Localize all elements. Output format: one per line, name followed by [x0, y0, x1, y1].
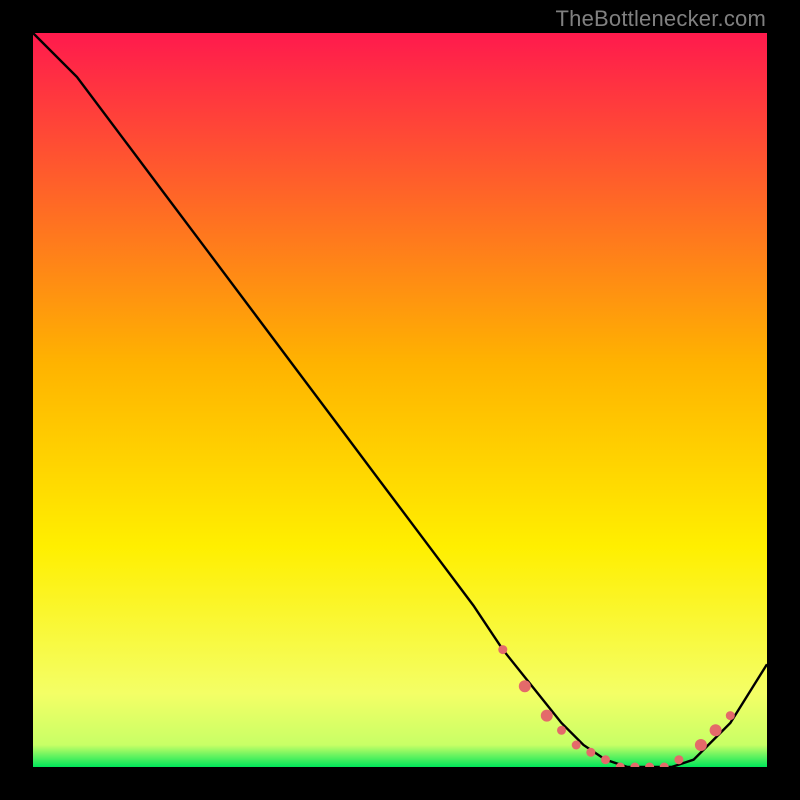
chart-svg: [33, 33, 767, 767]
valley-point: [710, 724, 722, 736]
valley-point: [557, 726, 566, 735]
valley-point: [586, 748, 595, 757]
chart-background: [33, 33, 767, 767]
valley-point: [519, 680, 531, 692]
valley-point: [726, 711, 735, 720]
valley-point: [541, 710, 553, 722]
valley-point: [674, 755, 683, 764]
chart-plot-area: [33, 33, 767, 767]
watermark-text: TheBottlenecker.com: [556, 6, 766, 32]
valley-point: [572, 741, 581, 750]
valley-point: [601, 755, 610, 764]
valley-point: [498, 645, 507, 654]
valley-point: [695, 739, 707, 751]
